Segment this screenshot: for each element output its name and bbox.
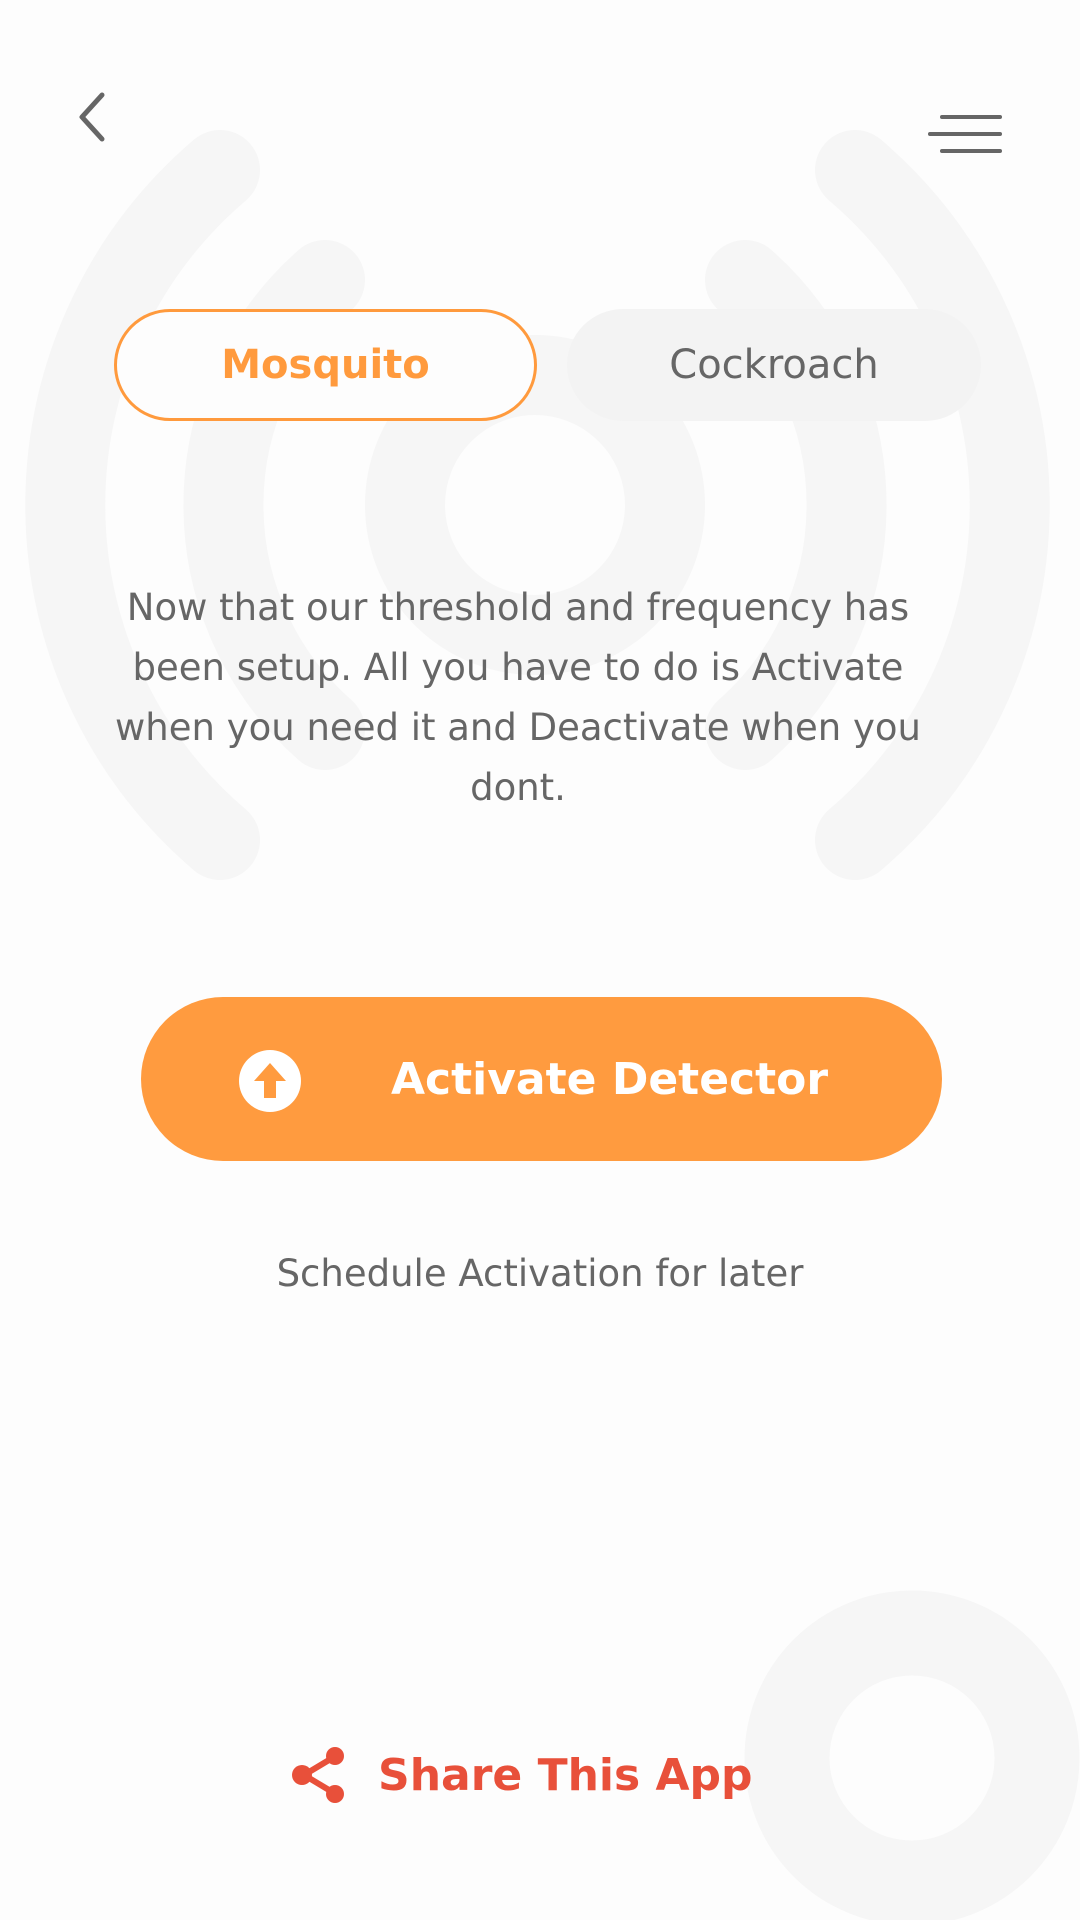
- activate-detector-label: Activate Detector: [391, 1053, 829, 1105]
- instructions-text: Now that our threshold and frequency has…: [115, 586, 921, 809]
- share-icon: [292, 1747, 344, 1803]
- background-signal-decoration: [25, 130, 1080, 1920]
- tab-mosquito-label: Mosquito: [221, 342, 430, 388]
- tab-cockroach-label: Cockroach: [669, 342, 879, 388]
- chevron-left-icon: [79, 92, 105, 142]
- hamburger-menu-icon: [928, 115, 1002, 153]
- back-button[interactable]: [62, 82, 122, 152]
- arrow-up-circle-icon: [239, 1050, 301, 1112]
- schedule-activation-link[interactable]: Schedule Activation for later: [0, 1252, 1080, 1295]
- tab-cockroach[interactable]: Cockroach: [567, 309, 981, 421]
- share-app-button[interactable]: Share This App: [290, 1740, 753, 1810]
- activate-detector-button[interactable]: Activate Detector: [141, 997, 942, 1161]
- menu-button[interactable]: [920, 105, 1010, 165]
- share-app-label: Share This App: [378, 1749, 753, 1801]
- tab-mosquito[interactable]: Mosquito: [114, 309, 537, 421]
